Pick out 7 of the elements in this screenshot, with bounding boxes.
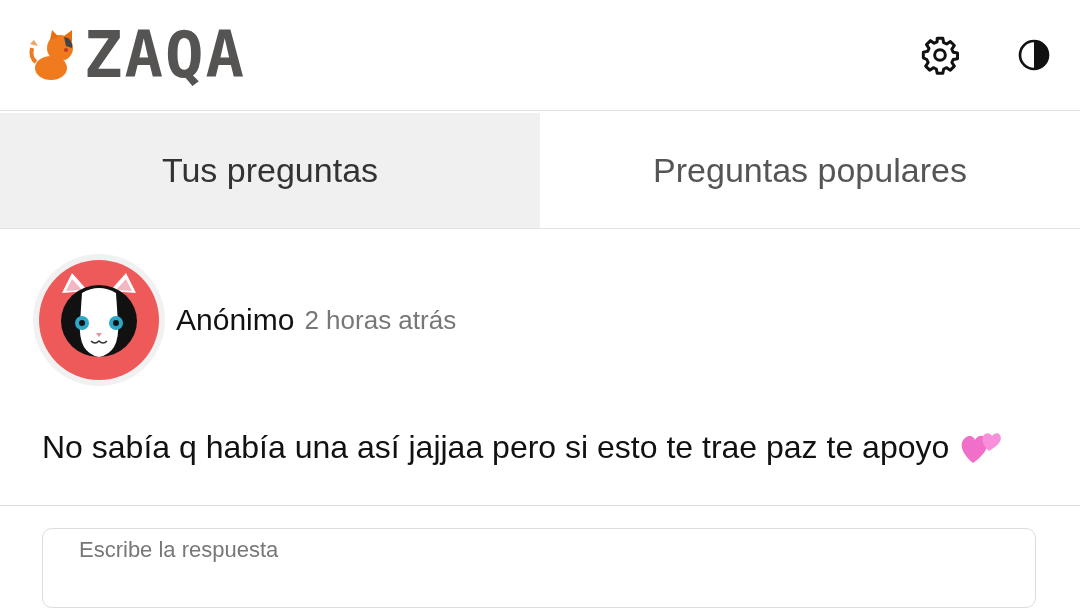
logo-wordmark: ZAQA	[84, 23, 247, 87]
avatar-icon	[32, 253, 166, 387]
timestamp: 2 horas atrás	[304, 304, 457, 336]
answer-field[interactable]: Escribe la respuesta	[42, 528, 1036, 608]
question-text: No sabía q había una así jajjaa pero si esto te trae paz te apoyo	[42, 428, 950, 466]
tab[interactable]: Tus preguntas	[0, 113, 540, 228]
author-name: Anónimo	[176, 303, 295, 337]
